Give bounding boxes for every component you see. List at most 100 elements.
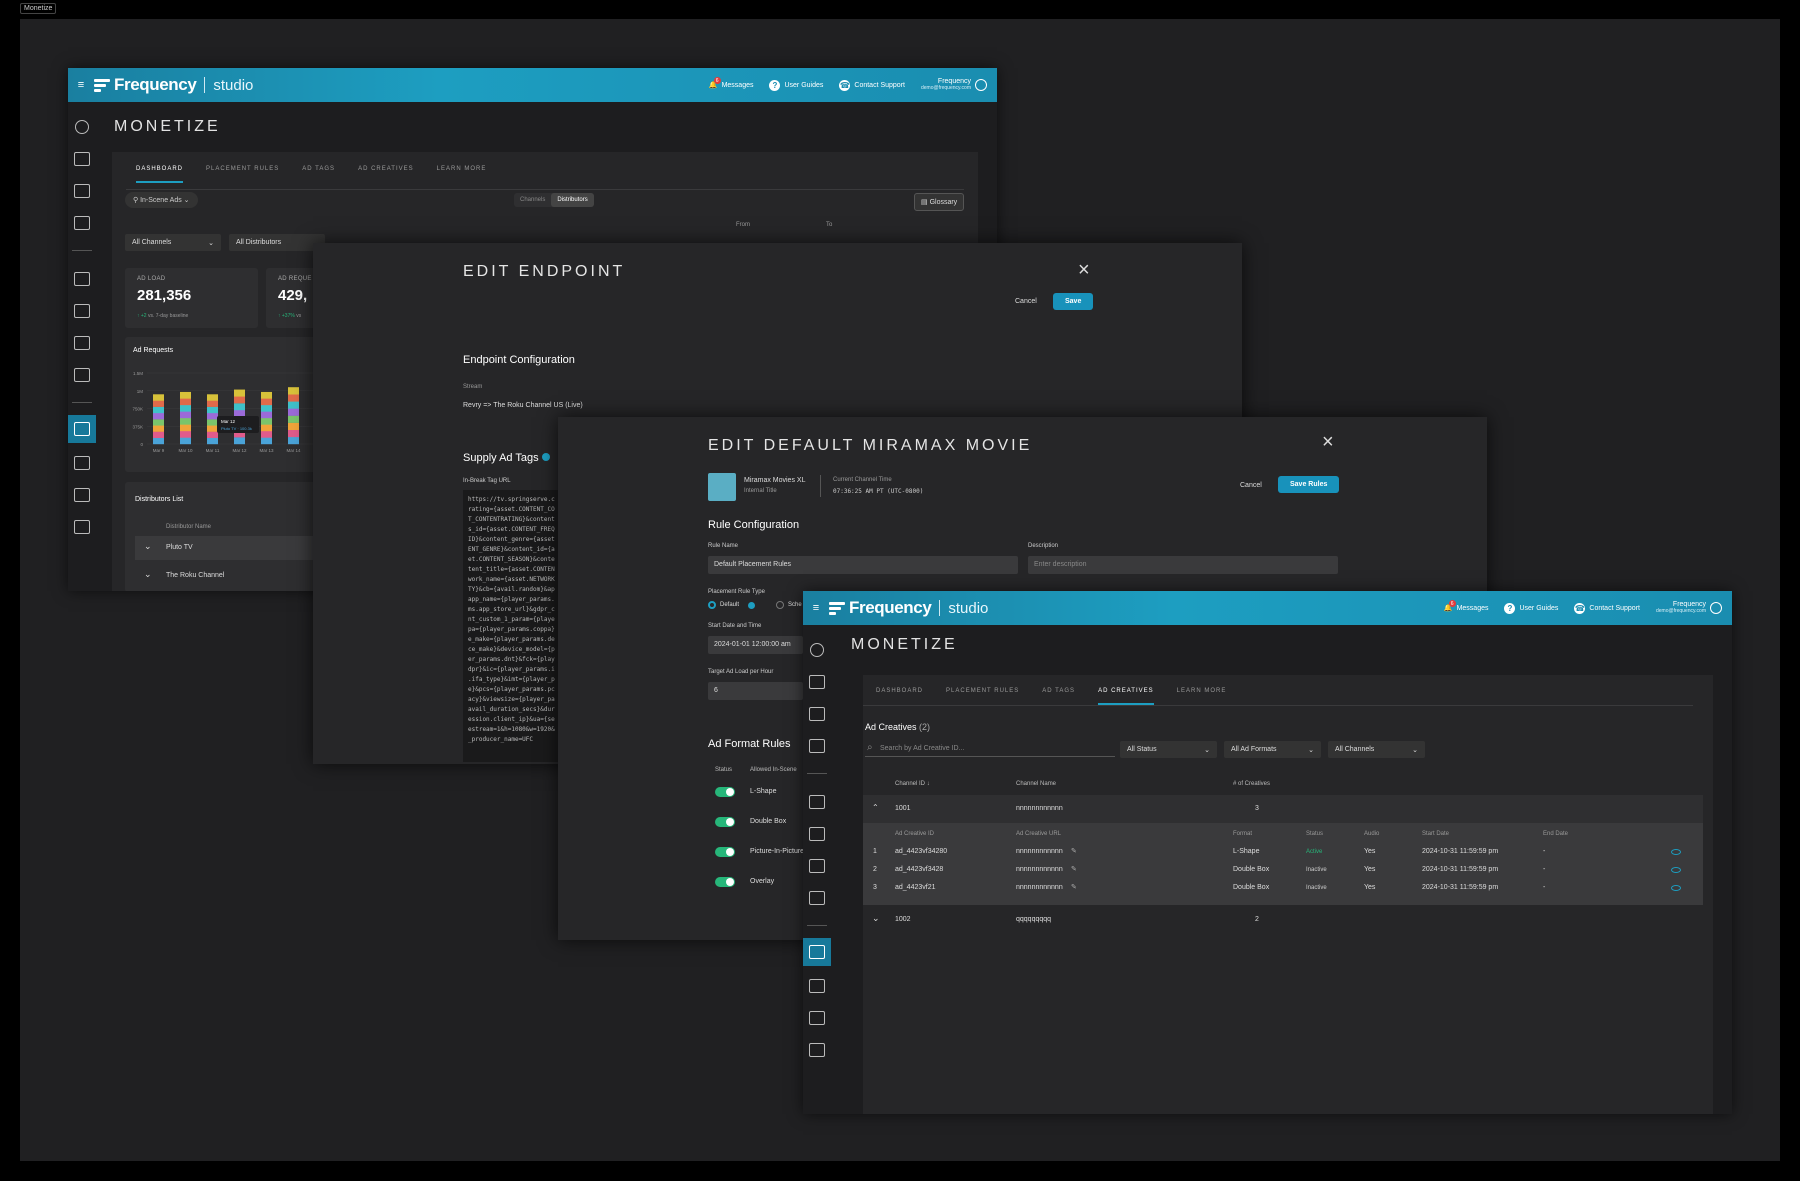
preview-eye-icon[interactable]	[1671, 849, 1681, 855]
bar-segment[interactable]	[180, 417, 191, 425]
channel-id-header[interactable]: Channel ID ↓	[895, 781, 930, 787]
logo[interactable]: Frequency studio	[829, 598, 988, 618]
bar-segment[interactable]	[207, 400, 218, 407]
bar-segment[interactable]	[180, 404, 191, 412]
bar-segment[interactable]	[153, 425, 164, 432]
distributors-dropdown[interactable]: All Distributors	[229, 234, 325, 251]
logo[interactable]: Frequency studio	[94, 75, 253, 95]
edit-icon[interactable]: ✎	[1071, 865, 1077, 873]
bar-segment[interactable]	[180, 398, 191, 406]
nav-broadcast-icon[interactable]	[75, 120, 89, 134]
edit-icon[interactable]: ✎	[1071, 847, 1077, 855]
nav-analytics-icon[interactable]	[809, 979, 825, 993]
seg-channels[interactable]: Channels	[514, 193, 551, 207]
tab-dashboard[interactable]: DASHBOARD	[876, 688, 923, 705]
seg-distributors[interactable]: Distributors	[551, 193, 594, 207]
table-row[interactable]: 1 ad_4423vf34280 nnnnnnnnnnnn ✎ L-Shape …	[863, 843, 1703, 861]
bar-segment[interactable]	[153, 431, 164, 438]
user-guides-link[interactable]: ? User Guides	[769, 79, 823, 91]
nav-monitor-icon[interactable]	[809, 675, 825, 689]
bar-segment[interactable]	[153, 437, 164, 445]
bar-segment[interactable]	[288, 408, 299, 416]
bar-segment[interactable]	[234, 396, 245, 404]
bar-segment[interactable]	[288, 429, 299, 438]
table-row[interactable]: 2 ad_4423vf3428 nnnnnnnnnnnn ✎ Double Bo…	[863, 861, 1703, 879]
menu-icon[interactable]: ≡	[68, 79, 94, 91]
bar-segment[interactable]	[261, 391, 272, 399]
rule-name-input[interactable]: Default Placement Rules	[708, 556, 1018, 574]
bar-segment[interactable]	[261, 398, 272, 406]
edit-icon[interactable]: ✎	[1071, 883, 1077, 891]
channel-group-row[interactable]: ⌃ 1001 nnnnnnnnnnnn 3	[863, 795, 1703, 823]
tab-placement-rules[interactable]: PLACEMENT RULES	[206, 166, 279, 183]
menu-icon[interactable]: ≡	[803, 602, 829, 614]
nav-play-icon[interactable]	[809, 795, 825, 809]
start-date-input[interactable]: 2024-01-01 12:00:00 am	[708, 636, 803, 654]
nav-layers-icon[interactable]	[809, 859, 825, 873]
bar-segment[interactable]	[180, 411, 191, 419]
close-icon[interactable]: ×	[1078, 259, 1090, 282]
bar-segment[interactable]	[207, 425, 218, 432]
nav-user-icon[interactable]	[74, 488, 90, 502]
search-box[interactable]: ⌕ Search by Ad Creative ID...	[865, 742, 1115, 757]
channels-dropdown[interactable]: All Channels ⌄	[125, 234, 221, 251]
format-toggle[interactable]	[715, 847, 735, 857]
bar-segment[interactable]	[288, 436, 299, 445]
tab-dashboard[interactable]: DASHBOARD	[136, 166, 184, 183]
formats-dropdown[interactable]: All Ad Formats ⌄	[1224, 741, 1321, 758]
bar-segment[interactable]	[261, 411, 272, 419]
nav-user-icon[interactable]	[809, 1011, 825, 1025]
close-icon[interactable]: ×	[1322, 431, 1334, 454]
bar-segment[interactable]	[234, 389, 245, 397]
bar-segment[interactable]	[153, 412, 164, 420]
nav-calendar-icon[interactable]	[809, 891, 825, 905]
glossary-button[interactable]: ▤ Glossary	[914, 193, 965, 211]
nav-list-icon[interactable]	[74, 304, 90, 318]
status-dropdown[interactable]: All Status ⌄	[1120, 741, 1217, 758]
nav-monetize-active[interactable]	[68, 415, 96, 443]
nav-calendar-icon[interactable]	[74, 368, 90, 382]
bar-segment[interactable]	[207, 406, 218, 414]
save-rules-button[interactable]: Save Rules	[1278, 476, 1340, 493]
bar-segment[interactable]	[234, 409, 245, 417]
bar-segment[interactable]	[153, 400, 164, 407]
bar-segment[interactable]	[261, 417, 272, 425]
bar-segment[interactable]	[207, 419, 218, 426]
in-break-tag-url[interactable]: https://tv.springserve.c rating={asset.C…	[463, 490, 559, 762]
radio-scheduled[interactable]	[776, 601, 784, 609]
tab-learn-more[interactable]: LEARN MORE	[1177, 688, 1227, 705]
bar-segment[interactable]	[261, 424, 272, 432]
format-toggle[interactable]	[715, 787, 735, 797]
tab-ad-creatives[interactable]: AD CREATIVES	[358, 166, 414, 183]
bar-segment[interactable]	[207, 437, 218, 445]
nav-tower-icon[interactable]	[809, 739, 825, 753]
target-ad-load-input[interactable]: 6	[708, 682, 803, 700]
bar-segment[interactable]	[261, 404, 272, 412]
bar-segment[interactable]	[288, 415, 299, 423]
format-toggle[interactable]	[715, 817, 735, 827]
contact-support-link[interactable]: ☎ Contact Support	[1574, 602, 1640, 614]
bar-segment[interactable]	[288, 422, 299, 430]
bar-segment[interactable]	[234, 403, 245, 411]
nav-report-icon[interactable]	[74, 520, 90, 534]
channels-dropdown[interactable]: All Channels ⌄	[1328, 741, 1425, 758]
nav-stack-icon[interactable]	[74, 184, 90, 198]
tab-learn-more[interactable]: LEARN MORE	[437, 166, 487, 183]
bar-segment[interactable]	[153, 419, 164, 426]
table-row[interactable]: 3 ad_4423vf21 nnnnnnnnnnnn ✎ Double Box …	[863, 879, 1703, 897]
tab-ad-creatives[interactable]: AD CREATIVES	[1098, 688, 1154, 705]
bar-segment[interactable]	[234, 437, 245, 445]
cancel-button[interactable]: Cancel	[1240, 482, 1262, 489]
nav-monetize-active[interactable]	[803, 938, 831, 966]
bar-segment[interactable]	[288, 401, 299, 409]
bar-segment[interactable]	[180, 430, 191, 438]
user-menu[interactable]: Frequency demo@frequency.com	[1656, 601, 1722, 614]
bar-segment[interactable]	[153, 406, 164, 414]
tab-placement-rules[interactable]: PLACEMENT RULES	[946, 688, 1019, 705]
nav-layers-icon[interactable]	[74, 336, 90, 350]
preview-eye-icon[interactable]	[1671, 867, 1681, 873]
bar-segment[interactable]	[261, 437, 272, 445]
nav-list-icon[interactable]	[809, 827, 825, 841]
messages-link[interactable]: 🔔 6 Messages	[1444, 600, 1488, 612]
nav-monitor-icon[interactable]	[74, 152, 90, 166]
